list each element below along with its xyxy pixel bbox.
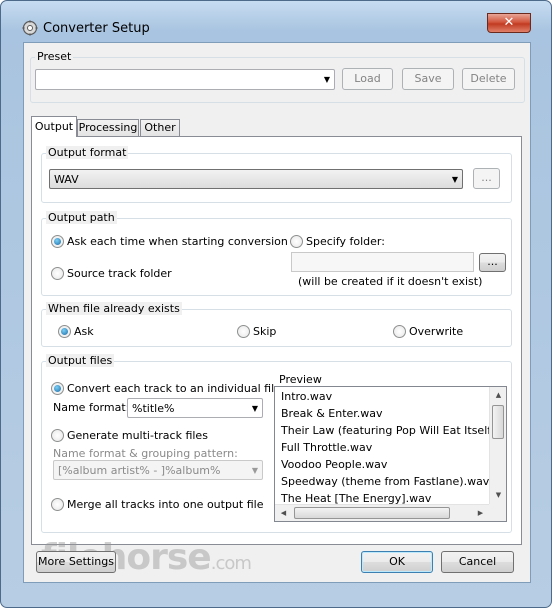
pattern-label: Name format & grouping pattern: [53, 447, 238, 460]
window-title: Converter Setup [43, 21, 150, 36]
list-item[interactable]: Intro.wav [281, 390, 332, 407]
merge-all-label[interactable]: Merge all tracks into one output file [67, 498, 263, 511]
ok-button[interactable]: OK [361, 551, 433, 573]
format-options-label: ... [481, 171, 492, 184]
horizontal-scroll-thumb[interactable] [294, 507, 450, 519]
scroll-corner [489, 504, 506, 521]
more-settings-button[interactable]: More Settings [36, 551, 116, 573]
dialog-client-area: Preset ▼ Load Save Delete Output Process… [23, 42, 531, 583]
preview-list[interactable]: Intro.wav Break & Enter.wav Their Law (f… [274, 386, 507, 522]
load-button-label: Load [354, 72, 381, 85]
tab-other-label: Other [144, 121, 176, 134]
list-item[interactable]: Full Throttle.wav [281, 441, 372, 458]
vertical-scroll-thumb[interactable] [492, 405, 504, 439]
merge-all-radio[interactable] [51, 498, 64, 511]
exists-skip-radio[interactable] [237, 325, 250, 338]
pattern-dropdown[interactable]: [%album artist% - ]%album% ▼ [53, 460, 263, 480]
preview-vertical-scrollbar[interactable]: ▲ ▼ [489, 387, 506, 504]
name-format-label: Name format: [53, 401, 130, 414]
output-path-group-label: Output path [46, 211, 117, 224]
save-button[interactable]: Save [402, 68, 454, 90]
output-files-group-label: Output files [46, 354, 115, 367]
cancel-button-label: Cancel [458, 555, 497, 568]
folder-hint-text: (will be created if it doesn't exist) [298, 275, 483, 288]
exists-ask-label[interactable]: Ask [74, 325, 94, 338]
convert-each-radio[interactable] [51, 382, 64, 395]
multi-track-label[interactable]: Generate multi-track files [67, 429, 208, 442]
preset-dropdown[interactable]: ▼ [35, 69, 335, 90]
specify-folder-radio[interactable] [290, 235, 303, 248]
exists-ask-radio[interactable] [58, 325, 71, 338]
chevron-down-icon: ▼ [251, 466, 258, 475]
preset-group-label: Preset [35, 50, 74, 63]
cancel-button[interactable]: Cancel [441, 551, 514, 573]
list-item[interactable]: Speedway (theme from Fastlane).wav [281, 475, 489, 492]
convert-each-label[interactable]: Convert each track to an individual file [67, 382, 281, 395]
load-button[interactable]: Load [342, 68, 393, 90]
exists-overwrite-label[interactable]: Overwrite [409, 325, 463, 338]
source-track-folder-radio[interactable] [51, 267, 64, 280]
list-item[interactable]: Break & Enter.wav [281, 407, 383, 424]
radio-selected-dot [54, 238, 61, 245]
chevron-down-icon: ▼ [451, 175, 458, 184]
output-format-value: WAV [54, 173, 79, 186]
ask-each-time-radio[interactable] [51, 235, 64, 248]
save-button-label: Save [414, 72, 442, 85]
chevron-down-icon: ▼ [323, 75, 330, 84]
output-format-group-label: Output format [46, 146, 129, 159]
list-item[interactable]: Voodoo People.wav [281, 458, 387, 475]
ask-each-time-label[interactable]: Ask each time when starting conversion [67, 235, 288, 248]
name-format-value: %title% [132, 402, 175, 415]
scroll-right-icon[interactable]: ▶ [472, 505, 489, 521]
gear-icon [22, 20, 38, 36]
folder-path-input[interactable] [291, 252, 474, 272]
tab-processing[interactable]: Processing [77, 119, 139, 137]
output-tab-panel: Output format WAV ▼ ... Output path Ask … [31, 136, 522, 545]
more-settings-label: More Settings [38, 555, 114, 568]
tab-output-label: Output [34, 120, 74, 133]
list-item[interactable]: Their Law (featuring Pop Will Eat Itself… [281, 424, 506, 441]
browse-folder-label: ... [487, 255, 498, 268]
delete-button-label: Delete [470, 72, 507, 85]
scroll-down-icon[interactable]: ▼ [490, 487, 506, 504]
preview-label: Preview [279, 373, 322, 386]
browse-folder-button[interactable]: ... [479, 253, 506, 272]
scroll-up-icon[interactable]: ▲ [490, 387, 506, 404]
pattern-value: [%album artist% - ]%album% [58, 464, 221, 477]
preview-horizontal-scrollbar[interactable]: ◀ ▶ [275, 504, 489, 521]
tab-output[interactable]: Output [31, 116, 77, 137]
radio-selected-dot [54, 385, 61, 392]
close-icon: ✕ [503, 15, 515, 30]
source-track-folder-label[interactable]: Source track folder [67, 267, 172, 280]
output-format-dropdown[interactable]: WAV ▼ [49, 169, 463, 189]
format-options-button[interactable]: ... [473, 168, 500, 189]
close-button[interactable]: ✕ [487, 13, 531, 33]
radio-selected-dot [61, 328, 68, 335]
tab-processing-label: Processing [78, 121, 138, 134]
scroll-left-icon[interactable]: ◀ [275, 505, 292, 521]
exists-skip-label[interactable]: Skip [253, 325, 276, 338]
delete-button[interactable]: Delete [462, 68, 515, 90]
exists-overwrite-radio[interactable] [393, 325, 406, 338]
watermark-tld: .com [210, 553, 252, 574]
specify-folder-label[interactable]: Specify folder: [306, 235, 385, 248]
tab-other[interactable]: Other [140, 119, 180, 137]
multi-track-radio[interactable] [51, 429, 64, 442]
converter-setup-window: Converter Setup ✕ Preset ▼ Load Save Del… [0, 0, 552, 608]
title-bar[interactable]: Converter Setup ✕ [1, 1, 552, 36]
file-exists-group-label: When file already exists [46, 302, 182, 315]
name-format-dropdown[interactable]: %title% ▼ [127, 398, 263, 418]
ok-button-label: OK [389, 555, 405, 568]
chevron-down-icon: ▼ [251, 404, 258, 413]
